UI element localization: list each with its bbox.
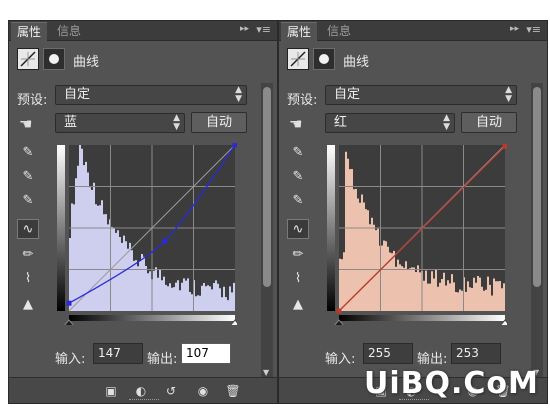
preset-value: 自定 <box>334 87 361 102</box>
layer-mask-icon[interactable] <box>43 48 65 70</box>
smooth-icon[interactable]: ⌇ <box>287 269 309 289</box>
eyedropper-black-icon[interactable]: ✎ <box>17 143 39 163</box>
reset-icon[interactable]: ↺ <box>161 382 181 400</box>
curves-graph[interactable] <box>55 142 242 327</box>
tab-properties[interactable]: 属性 <box>281 22 318 41</box>
input-field[interactable]: 147 <box>93 343 143 364</box>
pencil-icon[interactable]: ✏ <box>17 245 39 265</box>
output-gradient-bar <box>57 145 65 311</box>
output-field[interactable]: 253 <box>451 343 501 364</box>
select-arrows-icon: ▲ ▼ <box>443 113 450 132</box>
preset-select[interactable]: 自定 ▲ ▼ <box>55 85 247 105</box>
tab-properties[interactable]: 属性 <box>11 22 48 41</box>
preset-label: 预设: <box>17 93 48 108</box>
scrollbar-thumb[interactable] <box>263 87 271 287</box>
preset-select[interactable]: 自定 ▲ ▼ <box>325 85 517 105</box>
select-arrows-icon: ▲ ▼ <box>235 85 242 104</box>
preset-value: 自定 <box>64 87 91 102</box>
auto-button[interactable]: 自动 <box>191 112 247 133</box>
double-arrow-right-icon[interactable]: ▸▸ <box>510 24 519 34</box>
panel-title: 曲线 <box>343 55 370 70</box>
scroll-down-icon[interactable]: ▼ <box>263 368 269 377</box>
curves-graph-canvas[interactable] <box>55 142 242 327</box>
properties-panel-red: 属性 信息 ▸▸ ▾≡ 曲线 预设: 自定 ▲ ▼ ☚ 红 ▲ ▼ 自动 ✎ ✎ ✎… <box>278 20 548 404</box>
eyedropper-gray-icon[interactable]: ✎ <box>17 167 39 187</box>
output-label: 输出: <box>417 352 448 367</box>
input-gradient-bar <box>339 315 505 321</box>
curve-point <box>336 308 342 314</box>
scrollbar-thumb[interactable] <box>533 87 541 287</box>
tab-info[interactable]: 信息 <box>51 22 87 41</box>
curve-edit-icon[interactable]: ∿ <box>17 219 39 239</box>
smooth-icon[interactable]: ⌇ <box>17 269 39 289</box>
trash-icon[interactable]: 🗑 <box>223 382 243 400</box>
properties-panel-blue: 属性 信息 ▸▸ ▾≡ 曲线 预设: 自定 ▲ ▼ ☚ 蓝 ▲ ▼ 自动 ✎ ✎ ✎… <box>8 20 278 404</box>
output-field[interactable]: 107 <box>181 343 231 364</box>
channel-value: 蓝 <box>64 115 78 130</box>
clip-to-layer-icon[interactable]: ▣ <box>101 382 121 400</box>
panel-scrollbar[interactable]: ▼ <box>531 83 543 379</box>
eyedropper-white-icon[interactable]: ✎ <box>287 191 309 211</box>
panel-bottom-bar: ▣ ◐ ↺ ◉ 🗑 <box>9 377 277 403</box>
resize-grip[interactable] <box>129 399 159 402</box>
channel-select[interactable]: 红 ▲ ▼ <box>325 113 455 133</box>
input-label: 输入: <box>325 352 356 367</box>
curve-point <box>232 142 238 148</box>
visibility-icon[interactable]: ◉ <box>193 382 213 400</box>
input-gradient-bar <box>69 315 235 321</box>
panel-menu-icon[interactable]: ▾≡ <box>256 23 271 36</box>
layer-mask-icon[interactable] <box>313 48 335 70</box>
curve-point <box>66 300 72 306</box>
channel-select[interactable]: 蓝 ▲ ▼ <box>55 113 185 133</box>
auto-button[interactable]: 自动 <box>461 112 517 133</box>
panel-title: 曲线 <box>73 55 100 70</box>
curve-point <box>502 143 508 149</box>
clipping-warning-icon[interactable]: ▲ <box>17 295 39 315</box>
output-gradient-bar <box>327 145 335 311</box>
input-field[interactable]: 255 <box>363 343 413 364</box>
eyedropper-white-icon[interactable]: ✎ <box>17 191 39 211</box>
curves-adjustment-icon[interactable] <box>287 48 309 70</box>
targeted-adjustment-hand-icon[interactable]: ☚ <box>19 115 32 133</box>
watermark-logo: UiBQ.CoM <box>364 366 539 401</box>
curves-graph-canvas[interactable] <box>325 143 512 327</box>
eyedropper-gray-icon[interactable]: ✎ <box>287 167 309 187</box>
output-label: 输出: <box>147 352 178 367</box>
pencil-icon[interactable]: ✏ <box>287 245 309 265</box>
panel-tabbar: 属性 信息 ▸▸ ▾≡ <box>9 21 277 41</box>
select-arrows-icon: ▲ ▼ <box>173 113 180 132</box>
view-previous-icon[interactable]: ◐ <box>131 382 151 400</box>
targeted-adjustment-hand-icon[interactable]: ☚ <box>289 115 302 133</box>
select-arrows-icon: ▲ ▼ <box>505 85 512 104</box>
curves-adjustment-icon[interactable] <box>17 48 39 70</box>
double-arrow-right-icon[interactable]: ▸▸ <box>240 24 249 34</box>
clipping-warning-icon[interactable]: ▲ <box>287 295 309 315</box>
curve-edit-icon[interactable]: ∿ <box>287 219 309 239</box>
eyedropper-black-icon[interactable]: ✎ <box>287 143 309 163</box>
curve-point <box>162 238 168 244</box>
panel-tabbar: 属性 信息 ▸▸ ▾≡ <box>279 21 547 41</box>
input-label: 输入: <box>55 352 86 367</box>
channel-value: 红 <box>334 115 348 130</box>
curves-graph[interactable] <box>325 143 512 327</box>
preset-label: 预设: <box>287 93 318 108</box>
panel-scrollbar[interactable]: ▼ <box>261 83 273 379</box>
tab-info[interactable]: 信息 <box>321 22 357 41</box>
panel-menu-icon[interactable]: ▾≡ <box>526 23 541 36</box>
